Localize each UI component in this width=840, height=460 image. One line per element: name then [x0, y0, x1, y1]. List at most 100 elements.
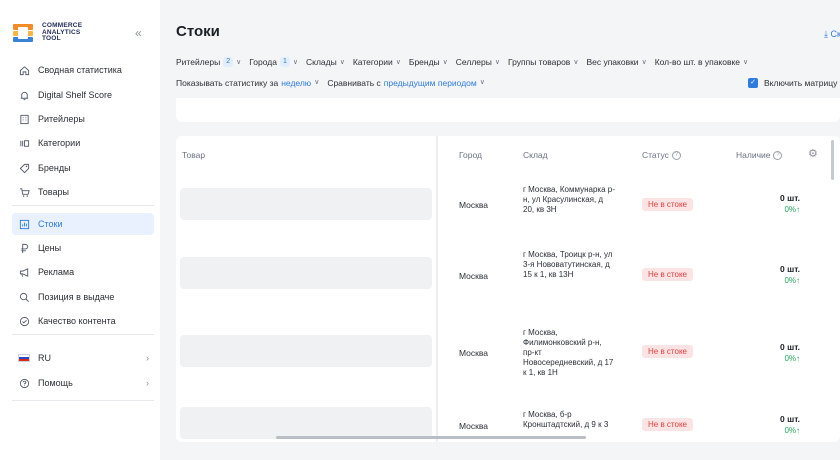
- filter-bar: Ритейлеры 2 ∨ Города 1 ∨ Склады ∨ Категории ∨ …: [176, 57, 756, 67]
- column-header-city[interactable]: Город: [459, 150, 482, 160]
- status-badge: Не в стоке: [642, 268, 693, 281]
- sidebar-item-summary[interactable]: Сводная статистика: [12, 59, 154, 81]
- sidebar-divider: [12, 334, 154, 335]
- product-placeholder: [180, 407, 432, 439]
- city-cell: Москва: [459, 200, 489, 210]
- building-icon: [18, 113, 30, 125]
- help-label: Помощь: [38, 378, 73, 388]
- sidebar-item-ads[interactable]: Реклама: [12, 261, 154, 283]
- filter-sellers[interactable]: Селлеры ∨: [456, 57, 500, 67]
- column-header-status[interactable]: Статус?: [642, 150, 681, 161]
- filter-package-weight[interactable]: Вес упаковки ∨: [586, 57, 646, 67]
- sidebar: COMMERCE ANALYTICS TOOL « Сводная статис…: [0, 0, 160, 460]
- bell-icon: [18, 89, 30, 101]
- page-title: Стоки: [176, 23, 220, 40]
- filter-categories[interactable]: Категории ∨: [353, 57, 401, 67]
- sidebar-item-label: Реклама: [38, 267, 75, 277]
- compare-label: Сравнивать с: [327, 78, 381, 88]
- sidebar-item-label: Товары: [38, 187, 69, 197]
- sidebar-item-retailers[interactable]: Ритейлеры: [12, 108, 154, 130]
- period-settings: Показывать статистику за неделю ∨ Сравни…: [176, 78, 485, 88]
- sidebar-item-label: Сводная статистика: [38, 65, 122, 75]
- chart-icon: [18, 218, 30, 230]
- warehouse-cell: г Москва, Троицк р-н, ул 3-я Нововатутин…: [523, 250, 613, 279]
- ruble-icon: [18, 242, 30, 254]
- sidebar-item-search-position[interactable]: Позиция в выдаче: [12, 286, 154, 308]
- language-label: RU: [38, 353, 51, 363]
- sidebar-item-label: Цены: [38, 243, 62, 253]
- stock-change: 0%↑: [784, 354, 800, 363]
- sidebar-item-label: Digital Shelf Score: [38, 90, 113, 100]
- sidebar-item-stocks[interactable]: Стоки: [12, 213, 154, 235]
- status-badge: Не в стоке: [642, 418, 693, 431]
- sidebar-divider: [12, 205, 154, 206]
- sidebar-item-label: Позиция в выдаче: [38, 292, 115, 302]
- help-icon[interactable]: ?: [773, 151, 783, 161]
- chevron-down-icon: ∨: [479, 79, 485, 86]
- help-icon: [18, 377, 30, 389]
- column-header-warehouse[interactable]: Склад: [523, 150, 548, 160]
- period-dropdown[interactable]: неделю: [281, 78, 311, 88]
- sidebar-item-label: Ритейлеры: [38, 114, 85, 124]
- city-cell: Москва: [459, 421, 489, 431]
- filter-count-badge: 1: [279, 57, 290, 67]
- period-label: Показывать статистику за: [176, 78, 279, 88]
- collapse-sidebar-icon[interactable]: «: [135, 27, 142, 39]
- cart-icon: [18, 186, 30, 198]
- sidebar-item-digital-shelf-score[interactable]: Digital Shelf Score: [12, 84, 154, 106]
- main-content: Стоки ⤓ Скачат Ритейлеры2∨ Города1∨ Скла…: [160, 0, 840, 460]
- help-icon[interactable]: ?: [671, 151, 681, 161]
- sidebar-item-categories[interactable]: Категории: [12, 132, 154, 154]
- sidebar-item-prices[interactable]: Цены: [12, 237, 154, 259]
- app-logo[interactable]: COMMERCE ANALYTICS TOOL: [12, 22, 82, 44]
- city-cell: Москва: [459, 271, 489, 281]
- stock-change: 0%↑: [784, 426, 800, 435]
- chevron-down-icon: ∨: [573, 59, 579, 66]
- home-icon: [18, 64, 30, 76]
- sidebar-item-label: Бренды: [38, 163, 71, 173]
- chevron-down-icon: ∨: [743, 59, 749, 66]
- sidebar-item-label: Категории: [38, 138, 81, 148]
- vertical-scrollbar[interactable]: [831, 140, 834, 180]
- column-header-product[interactable]: Товар: [182, 150, 205, 160]
- filter-retailers[interactable]: Ритейлеры 2 ∨: [176, 57, 241, 67]
- chevron-down-icon: ∨: [442, 59, 448, 66]
- filter-units-per-package[interactable]: Кол-во шт. в упаковке ∨: [655, 57, 748, 67]
- chevron-down-icon: ∨: [292, 59, 298, 66]
- filter-brands[interactable]: Бренды ∨: [409, 57, 448, 67]
- warehouse-cell: г Москва, б-р Кронштадтский, д 9 к 3: [523, 410, 609, 429]
- download-button[interactable]: ⤓ Скачат: [824, 29, 840, 40]
- sidebar-item-label: Стоки: [38, 219, 63, 229]
- matrix-toggle[interactable]: ✓ Включить матрицу: [748, 78, 837, 88]
- sidebar-item-products[interactable]: Товары: [12, 181, 154, 203]
- summary-card: [176, 98, 840, 122]
- categories-icon: [18, 137, 30, 149]
- status-badge: Не в стоке: [642, 198, 693, 211]
- filter-warehouses[interactable]: Склады ∨: [306, 57, 345, 67]
- horizontal-scrollbar[interactable]: [276, 436, 586, 439]
- sidebar-item-brands[interactable]: Бренды: [12, 157, 154, 179]
- product-placeholder: [180, 188, 432, 220]
- column-divider: [436, 136, 438, 442]
- status-badge: Не в стоке: [642, 345, 693, 358]
- filter-cities[interactable]: Города 1 ∨: [249, 57, 298, 67]
- chevron-down-icon: ∨: [314, 79, 320, 86]
- stock-change: 0%↑: [784, 205, 800, 214]
- search-icon: [18, 291, 30, 303]
- compare-dropdown[interactable]: предыдущим периодом: [384, 78, 477, 88]
- sidebar-item-content-quality[interactable]: Качество контента: [12, 310, 154, 332]
- matrix-checkbox[interactable]: ✓: [748, 78, 758, 88]
- filter-product-groups[interactable]: Группы товаров ∨: [508, 57, 578, 67]
- chevron-right-icon: ›: [146, 353, 149, 363]
- sidebar-item-label: Качество контента: [38, 316, 116, 326]
- chevron-down-icon: ∨: [236, 59, 242, 66]
- warehouse-cell: г Москва, Филимонковский р-н, пр-кт Ново…: [523, 328, 614, 377]
- chevron-right-icon: ›: [146, 378, 149, 388]
- help-menu[interactable]: Помощь ›: [12, 372, 154, 394]
- sidebar-divider: [12, 400, 154, 401]
- filter-count-badge: 2: [223, 57, 234, 67]
- gear-icon[interactable]: ⚙: [808, 147, 818, 160]
- language-selector[interactable]: RU ›: [12, 347, 154, 369]
- warehouse-cell: г Москва, Коммунарка р-н, ул Красулинска…: [523, 185, 615, 214]
- column-header-stock[interactable]: Наличие?: [736, 150, 783, 161]
